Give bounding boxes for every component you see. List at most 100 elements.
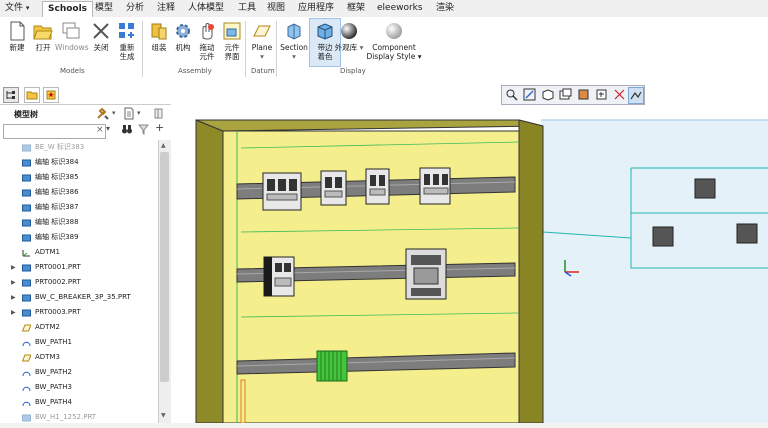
part-icon: [22, 278, 31, 287]
graphics-toolbar: [501, 85, 645, 105]
datum-display-icon[interactable]: [613, 88, 626, 101]
part-icon: [22, 413, 31, 422]
divider: [0, 104, 171, 105]
section-button[interactable]: Section ▾: [278, 21, 310, 61]
pin-icon: [154, 108, 163, 119]
tab-eleeworks[interactable]: eleeworks: [372, 1, 428, 16]
tree-item-label: BW_PATH3: [35, 383, 72, 391]
tree-item-label: BE_W 标识383: [35, 143, 85, 151]
saved-views-icon[interactable]: [541, 88, 554, 101]
tree-item-label: 编轴 标识387: [35, 203, 79, 211]
component-interface-button[interactable]: 元件 界面: [217, 21, 247, 61]
tree-item-label: BW_PATH1: [35, 338, 72, 346]
tab-view[interactable]: 视图: [262, 1, 290, 16]
chevron-down-icon[interactable]: ▾: [106, 124, 110, 133]
terminal-block-green: [316, 350, 348, 382]
scrollbar-thumb[interactable]: [160, 152, 169, 382]
tab-analysis[interactable]: 分析: [121, 1, 149, 16]
ribbon-separator: [245, 21, 246, 77]
tab-applications[interactable]: 应用程序: [293, 1, 339, 16]
tree-item-label: 编轴 标识384: [35, 158, 79, 166]
regenerate-button[interactable]: 重新 生成: [112, 21, 142, 61]
find-button[interactable]: [121, 123, 133, 136]
gear-icon: [173, 21, 193, 41]
part-icon: [22, 233, 31, 242]
graphics-viewport[interactable]: [171, 80, 768, 423]
tree-item[interactable]: ADTM2: [0, 320, 158, 335]
expand-arrow-icon[interactable]: ▶: [11, 290, 16, 305]
refit-icon[interactable]: [523, 88, 536, 101]
path-icon: [22, 338, 31, 347]
part-icon: [22, 263, 31, 272]
tree-item[interactable]: BE_W 标识383: [0, 140, 158, 155]
display-style-icon[interactable]: [577, 88, 590, 101]
spin-center-icon[interactable]: [595, 88, 608, 101]
add-column-icon[interactable]: +: [155, 121, 164, 134]
circuit-breaker: [320, 170, 347, 206]
tab-framework[interactable]: 框架: [342, 1, 370, 16]
expand-arrow-icon[interactable]: ▶: [11, 305, 16, 320]
model-tree-tab[interactable]: [3, 87, 19, 103]
tab-render[interactable]: 渲染: [431, 1, 459, 16]
circuit-breaker: [365, 168, 390, 205]
tree-item[interactable]: ▶ PRT0001.PRT: [0, 260, 158, 275]
tree-item[interactable]: 编轴 标识388: [0, 215, 158, 230]
chevron-down-icon[interactable]: ▾: [137, 109, 141, 117]
windows-button[interactable]: Windows: [55, 21, 88, 52]
circuit-breaker: [262, 172, 302, 211]
tree-item[interactable]: ADTM1: [0, 245, 158, 260]
tree-item[interactable]: BW_PATH1: [0, 335, 158, 350]
group-label-datum: Datum: [251, 67, 275, 75]
folder-browser-tab[interactable]: [24, 87, 40, 103]
expand-arrow-icon[interactable]: ▶: [11, 275, 16, 290]
document-icon: [124, 107, 134, 120]
tree-item[interactable]: BW_PATH4: [0, 395, 158, 410]
enclosure-side-left: [195, 119, 224, 423]
show-button[interactable]: [123, 107, 135, 120]
settings-button[interactable]: [153, 107, 165, 120]
expand-arrow-icon[interactable]: ▶: [11, 260, 16, 275]
filter-button[interactable]: [137, 124, 150, 136]
plane-button[interactable]: Plane ▾: [247, 21, 277, 61]
clear-search-icon[interactable]: ×: [96, 125, 104, 135]
folder-open-icon: [33, 21, 53, 41]
search-input[interactable]: [3, 124, 106, 139]
view-manager-icon[interactable]: [559, 88, 572, 101]
tree-item[interactable]: 编轴 标识389: [0, 230, 158, 245]
annotation-display-icon[interactable]: [628, 87, 644, 104]
tab-schools[interactable]: Schools: [42, 1, 94, 18]
open-button[interactable]: 打开: [28, 21, 58, 52]
zoom-icon[interactable]: [505, 88, 518, 101]
chevron-down-icon[interactable]: ▾: [112, 109, 116, 117]
tree-item[interactable]: BW_PATH2: [0, 365, 158, 380]
tab-manikin[interactable]: 人体模型: [183, 1, 229, 16]
tab-annotate[interactable]: 注释: [152, 1, 180, 16]
tree-scrollbar[interactable]: ▲ ▼: [158, 140, 171, 423]
tab-model[interactable]: 模型: [90, 1, 118, 16]
shaded-cube-icon: [315, 21, 335, 41]
tree-item[interactable]: 编轴 标识384: [0, 155, 158, 170]
tree-item[interactable]: ADTM3: [0, 350, 158, 365]
tree-item[interactable]: 编轴 标识385: [0, 170, 158, 185]
tab-tools[interactable]: 工具: [233, 1, 261, 16]
enclosure-side-right: [518, 119, 544, 423]
new-file-icon: [7, 21, 27, 41]
tree-item[interactable]: ▶ PRT0003.PRT: [0, 305, 158, 320]
menubar: 文件 ▾ Schools 模型 分析 注释 人体模型 工具 视图 应用程序 框架…: [0, 0, 768, 18]
appearance-gallery-button[interactable]: 外观库 ▾: [334, 21, 364, 52]
tab-file[interactable]: 文件 ▾: [0, 1, 34, 16]
tree-item[interactable]: BW_PATH3: [0, 380, 158, 395]
tree-item[interactable]: ▶ PRT0002.PRT: [0, 275, 158, 290]
favorites-tab[interactable]: [43, 87, 59, 103]
component-display-style-button[interactable]: Component Display Style ▾: [364, 21, 424, 61]
datum-plane-icon: [21, 323, 32, 332]
tree-item[interactable]: ▶ BW_C_BREAKER_3P_35.PRT: [0, 290, 158, 305]
small-block: [694, 178, 716, 199]
datum-plane-icon: [252, 21, 272, 41]
csys-icon: [22, 248, 31, 257]
scroll-up-icon[interactable]: ▲: [161, 142, 166, 149]
tree-item[interactable]: 编轴 标识386: [0, 185, 158, 200]
scroll-down-icon[interactable]: ▼: [161, 412, 166, 419]
tree-settings-button[interactable]: [96, 107, 110, 120]
tree-item[interactable]: 编轴 标识387: [0, 200, 158, 215]
